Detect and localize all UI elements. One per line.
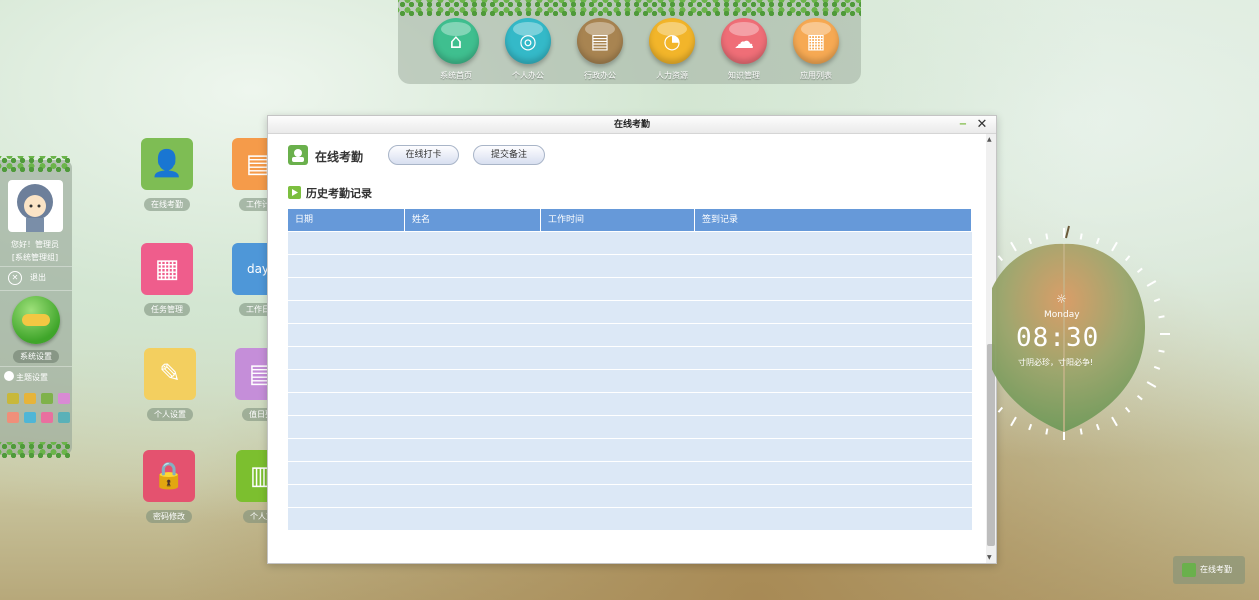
theme-swatch[interactable] [58,393,70,404]
column-header[interactable]: 工作时间 [541,209,695,231]
top-dock: ⌂ 系统首页 ◎ 个人办公 ▤ 行政办公 ◔ 人力资源 ☁ 知识管理 ▦ 应用列表 [398,0,861,84]
table-row [288,231,972,254]
user-group: [系统管理组] [11,253,59,262]
desktop-icon-3[interactable]: 🔒 密码修改 [139,450,199,523]
vine-decoration [398,0,861,16]
dock-item-label: 知识管理 [728,71,760,80]
table-row [288,507,972,530]
system-settings-button[interactable] [12,296,60,344]
clock-day: Monday [1044,310,1080,320]
theme-swatch[interactable] [24,393,36,404]
column-header[interactable]: 日期 [288,209,405,231]
table-row [288,300,972,323]
clock-time: 08:30 [1016,323,1100,353]
avatar-icon [17,184,53,232]
system-settings-label: 系统设置 [13,350,59,363]
dock-item-label: 人力资源 [656,71,688,80]
desktop-icon-label: 任务管理 [144,303,190,316]
section-title: 历史考勤记录 [306,187,372,200]
vine-decoration [0,156,72,172]
theme-swatch[interactable] [7,412,19,423]
table-header: 日期 姓名 工作时间 签到记录 [288,209,972,231]
column-header[interactable]: 姓名 [405,209,541,231]
minimize-button[interactable]: − [958,116,968,134]
punch-in-button[interactable]: 在线打卡 [388,145,459,165]
scroll-down-icon[interactable]: ▼ [987,554,992,561]
scroll-up-icon[interactable]: ▲ [987,136,992,143]
desktop-icon-2[interactable]: ✎ 个人设置 [140,348,200,421]
home-icon: ⌂ [433,18,479,64]
play-icon [288,186,301,199]
clock-motto: 寸阴必珍，寸阳必争! [1018,358,1094,367]
theme-settings[interactable]: 主题设置 [4,371,48,383]
table-row [288,484,972,507]
window-title: 在线考勤 [613,120,650,130]
archive-icon: ▤ [577,18,623,64]
user-greeting: 您好！管理员 [11,240,59,249]
attendance-user-icon: 👤 [141,138,193,190]
theme-swatch[interactable] [24,412,36,423]
dock-item-label: 系统首页 [440,71,472,80]
cloud-upload-icon: ☁ [721,18,767,64]
dock-item-3[interactable]: ◔ 人力资源 [642,18,702,81]
attendance-table: 日期 姓名 工作时间 签到记录 [288,209,972,530]
user-panel: 您好！管理员 [系统管理组] ✕ 退出 系统设置 主题设置 [0,156,72,458]
dock-item-label: 个人办公 [512,71,544,80]
grid-icon: ▦ [793,18,839,64]
desktop-icon-label: 个人设置 [147,408,193,421]
desktop-icon-1[interactable]: ▦ 任务管理 [137,243,197,316]
vine-decoration [0,442,72,458]
table-row [288,392,972,415]
theme-swatch[interactable] [41,393,53,404]
dock-item-5[interactable]: ▦ 应用列表 [786,18,846,81]
lock-icon: 🔒 [143,450,195,502]
dock-item-label: 应用列表 [800,71,832,80]
table-row [288,438,972,461]
table-row [288,415,972,438]
taskbar-label: 在线考勤 [1200,565,1232,574]
theme-swatch[interactable] [7,393,19,404]
desktop-icon-0[interactable]: 👤 在线考勤 [137,138,197,211]
theme-swatch[interactable] [58,412,70,423]
column-header[interactable]: 签到记录 [695,209,972,231]
table-row [288,254,972,277]
toggle-icon [22,314,50,326]
dock-item-2[interactable]: ▤ 行政办公 [570,18,630,81]
pie-icon: ◔ [649,18,695,64]
desktop-icon-label: 密码修改 [146,510,192,523]
theme-settings-label: 主题设置 [16,373,48,382]
palette-icon [4,371,14,381]
window-titlebar[interactable]: 在线考勤 − ✕ [268,116,996,134]
logout-label: 退出 [30,273,46,282]
close-button[interactable]: ✕ [976,116,988,134]
attendance-window: 在线考勤 − ✕ 在线考勤 在线打卡 提交备注 历史考勤记录 日期 姓名 工作时间签… [267,115,997,564]
logout-button[interactable]: ✕ 退出 [8,270,46,286]
submit-note-button[interactable]: 提交备注 [473,145,545,165]
edit-icon: ✎ [144,348,196,400]
dock-item-label: 行政办公 [584,71,616,80]
window-heading: 在线考勤 [315,150,364,164]
desktop-icon-label: 在线考勤 [144,198,190,211]
logout-icon: ✕ [8,271,22,285]
dock-item-0[interactable]: ⌂ 系统首页 [426,18,486,81]
taskbar-attendance-button[interactable]: 在线考勤 [1173,556,1245,584]
user-icon [1182,563,1196,577]
person-circle-icon: ◎ [505,18,551,64]
attendance-header-icon [288,145,308,165]
theme-swatch[interactable] [41,412,53,423]
weather-icon: ☼ [1056,292,1067,306]
dock-item-1[interactable]: ◎ 个人办公 [498,18,558,81]
table-row [288,346,972,369]
avatar[interactable] [8,180,63,232]
dock-item-4[interactable]: ☁ 知识管理 [714,18,774,81]
table-row [288,461,972,484]
table-row [288,369,972,392]
task-grid-icon: ▦ [141,243,193,295]
table-row [288,277,972,300]
clock-widget: ☼ Monday 08:30 寸阴必珍，寸阳必争! [992,222,1172,448]
table-row [288,323,972,346]
